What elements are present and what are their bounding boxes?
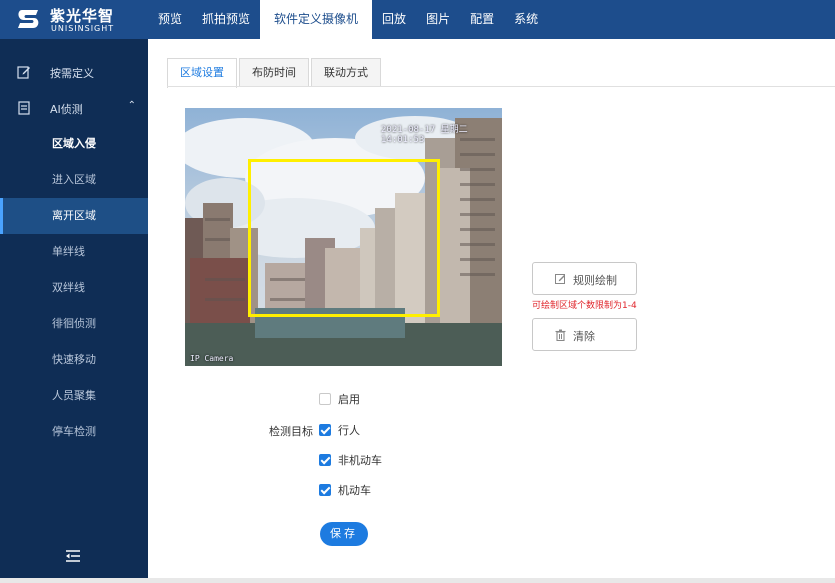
detection-region-box[interactable]: [248, 159, 440, 317]
clear-button[interactable]: 清除: [532, 318, 637, 351]
sidebar-item-double-tripwire[interactable]: 双绊线: [0, 270, 148, 306]
nav-config[interactable]: 配置: [460, 0, 504, 39]
sidebar-item-enter-area[interactable]: 进入区域: [0, 162, 148, 198]
nav-preview[interactable]: 预览: [148, 0, 192, 39]
nav-pictures[interactable]: 图片: [416, 0, 460, 39]
logo-mark-icon: [18, 10, 39, 28]
brand-name-en: UNISINSIGHT: [51, 24, 115, 33]
sidebar-group-label: 按需定义: [50, 67, 94, 80]
target-motor-vehicle-row[interactable]: 机动车: [319, 483, 371, 497]
tab-area-settings[interactable]: 区域设置: [167, 58, 237, 88]
trash-icon: [555, 329, 566, 341]
sidebar-item-area-intrusion[interactable]: 区域入侵: [0, 126, 148, 162]
region-limit-hint: 可绘制区域个数限制为1-4: [532, 301, 637, 311]
nav-playback[interactable]: 回放: [372, 0, 416, 39]
collapse-menu-icon[interactable]: [66, 550, 80, 562]
sidebar-item-crowd-gathering[interactable]: 人员聚集: [0, 378, 148, 414]
osd-timestamp: 2021-08-17 星期二 14:01:53: [381, 125, 468, 145]
edit-icon: [17, 66, 30, 79]
video-preview[interactable]: 2021-08-17 星期二 14:01:53 IP Camera: [185, 108, 502, 366]
sidebar-group-ai-detection[interactable]: AI侦测 ⌃: [0, 91, 148, 125]
chevron-up-icon: ⌃: [127, 100, 136, 111]
tab-divider: [167, 86, 835, 87]
clear-label: 清除: [573, 330, 595, 343]
enable-checkbox-row[interactable]: 启用: [319, 392, 360, 406]
nav-snapshot-preview[interactable]: 抓拍预览: [192, 0, 260, 39]
draw-rule-button[interactable]: 规则绘制: [532, 262, 637, 295]
brand-logo: 紫光华智 UNISINSIGHT: [0, 0, 148, 39]
sidebar-group-on-demand[interactable]: 按需定义: [0, 55, 148, 89]
brand-name-cn: 紫光华智: [50, 7, 115, 25]
bottom-strip: [0, 578, 835, 583]
sidebar-group-label: AI侦测: [50, 103, 83, 116]
save-button[interactable]: 保存: [320, 522, 368, 546]
detection-target-label: 检测目标: [269, 425, 313, 438]
sidebar-item-parking-detection[interactable]: 停车检测: [0, 414, 148, 450]
sidebar-item-leave-area[interactable]: 离开区域: [0, 198, 148, 234]
tab-arming-schedule[interactable]: 布防时间: [239, 58, 309, 87]
pedestrian-checkbox[interactable]: [319, 424, 331, 436]
sidebar: 按需定义 AI侦测 ⌃ 区域入侵 进入区域 离开区域 单绊线 双绊线 徘徊侦测 …: [0, 39, 148, 578]
tab-linkage[interactable]: 联动方式: [311, 58, 381, 87]
enable-label: 启用: [338, 393, 360, 406]
nav-system[interactable]: 系统: [504, 0, 548, 39]
top-bar: 紫光华智 UNISINSIGHT 预览 抓拍预览 软件定义摄像机 回放 图片 配…: [0, 0, 835, 39]
document-icon: [18, 101, 30, 115]
nav-software-defined-camera[interactable]: 软件定义摄像机: [260, 0, 373, 39]
target-pedestrian-row[interactable]: 行人: [319, 423, 360, 437]
osd-camera-name: IP Camera: [190, 354, 234, 363]
non-motor-vehicle-label: 非机动车: [338, 454, 382, 467]
target-non-motor-vehicle-row[interactable]: 非机动车: [319, 453, 382, 467]
sidebar-item-single-tripwire[interactable]: 单绊线: [0, 234, 148, 270]
sidebar-item-fast-moving[interactable]: 快速移动: [0, 342, 148, 378]
motor-vehicle-checkbox[interactable]: [319, 484, 331, 496]
motor-vehicle-label: 机动车: [338, 484, 371, 497]
enable-checkbox[interactable]: [319, 393, 331, 405]
pedestrian-label: 行人: [338, 424, 360, 437]
non-motor-vehicle-checkbox[interactable]: [319, 454, 331, 466]
main-nav: 预览 抓拍预览 软件定义摄像机 回放 图片 配置 系统: [148, 0, 548, 39]
config-tabs: 区域设置 布防时间 联动方式: [167, 58, 383, 88]
sidebar-item-loitering[interactable]: 徘徊侦测: [0, 306, 148, 342]
pencil-icon: [555, 274, 565, 284]
draw-rule-label: 规则绘制: [573, 274, 617, 287]
